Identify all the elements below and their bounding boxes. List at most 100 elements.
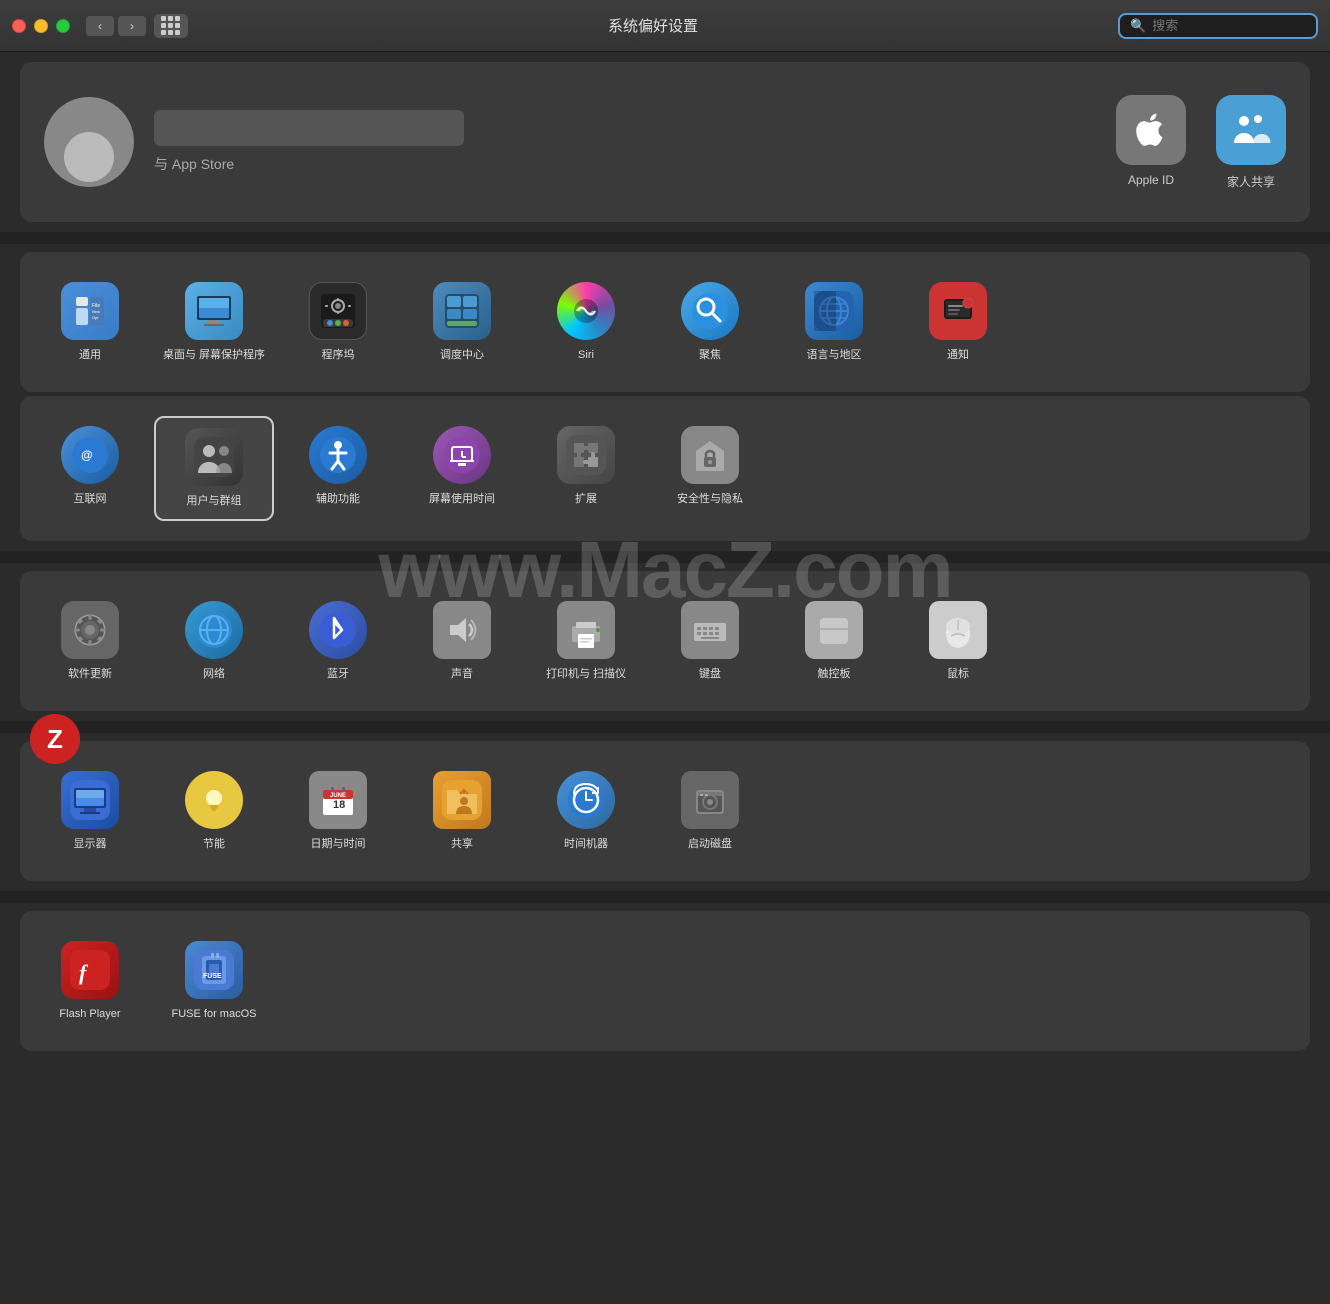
softwareupdate-label: 软件更新 xyxy=(68,667,112,681)
search-input[interactable] xyxy=(1152,18,1312,33)
network-icon xyxy=(185,601,243,659)
pref-item-sound[interactable]: 声音 xyxy=(402,591,522,691)
datetime-label: 日期与时间 xyxy=(311,837,366,851)
timemachine-label: 时间机器 xyxy=(564,837,608,851)
pref-item-dock[interactable]: 程序坞 xyxy=(278,272,398,372)
pref-item-flash[interactable]: f Flash Player xyxy=(30,931,150,1031)
sharing-icon xyxy=(433,771,491,829)
pref-item-trackpad[interactable]: 触控板 xyxy=(774,591,894,691)
general-icon: File New Opr xyxy=(61,282,119,340)
trackpad-label: 触控板 xyxy=(818,667,851,681)
pref-item-datetime[interactable]: 18 JUNE 日期与时间 xyxy=(278,761,398,861)
bluetooth-label: 蓝牙 xyxy=(327,667,349,681)
forward-button[interactable]: › xyxy=(118,16,146,36)
hardware-section: 软件更新 网络 xyxy=(20,571,1310,711)
grid-icon xyxy=(161,16,181,36)
pref-item-startdisk[interactable]: 启动磁盘 xyxy=(650,761,770,861)
nav-buttons: ‹ › xyxy=(86,16,146,36)
dock-icon xyxy=(309,282,367,340)
search-icon: 🔍 xyxy=(1130,18,1146,34)
pref-item-security[interactable]: 安全性与隐私 xyxy=(650,416,770,520)
missioncontrol-label: 调度中心 xyxy=(440,348,484,362)
section-separator-4 xyxy=(0,891,1330,903)
siri-icon xyxy=(557,282,615,340)
other-section: f Flash Player FUSE xyxy=(20,911,1310,1051)
apple-id-button[interactable]: Apple ID xyxy=(1116,95,1186,190)
siri-label: Siri xyxy=(578,348,594,362)
personal-section: File New Opr 通用 桌面与 屏幕保护程序 xyxy=(20,252,1310,392)
pref-item-accessibility[interactable]: 辅助功能 xyxy=(278,416,398,520)
watermark-z: Z xyxy=(30,714,80,764)
mouse-icon xyxy=(929,601,987,659)
fuse-icon: FUSE xyxy=(185,941,243,999)
users-label: 用户与群组 xyxy=(187,494,242,508)
sound-icon xyxy=(433,601,491,659)
other-grid: f Flash Player FUSE xyxy=(30,931,1300,1031)
pref-item-energy[interactable]: 节能 xyxy=(154,761,274,861)
datetime-icon: 18 JUNE xyxy=(309,771,367,829)
flash-label: Flash Player xyxy=(59,1007,120,1021)
dock-label: 程序坞 xyxy=(322,348,355,362)
spotlight-label: 聚焦 xyxy=(699,348,721,362)
pref-item-internet[interactable]: @ 互联网 xyxy=(30,416,150,520)
pref-item-screentime[interactable]: 屏幕使用时间 xyxy=(402,416,522,520)
keyboard-icon xyxy=(681,601,739,659)
avatar[interactable] xyxy=(44,97,134,187)
pref-item-users[interactable]: 用户与群组 xyxy=(154,416,274,520)
network-label: 网络 xyxy=(203,667,225,681)
traffic-lights xyxy=(12,19,70,33)
desktop-label: 桌面与 屏幕保护程序 xyxy=(163,348,265,362)
search-box[interactable]: 🔍 xyxy=(1118,13,1318,39)
language-label: 语言与地区 xyxy=(807,348,862,362)
profile-info: 与 App Store xyxy=(154,110,1116,174)
pref-item-general[interactable]: File New Opr 通用 xyxy=(30,272,150,372)
pref-item-extensions[interactable]: 扩展 xyxy=(526,416,646,520)
printers-icon xyxy=(557,601,615,659)
pref-item-network[interactable]: 网络 xyxy=(154,591,274,691)
pref-item-spotlight[interactable]: 聚焦 xyxy=(650,272,770,372)
pref-item-desktop[interactable]: 桌面与 屏幕保护程序 xyxy=(154,272,274,372)
pref-item-siri[interactable]: Siri xyxy=(526,272,646,372)
top-right-icons: Apple ID 家人共享 xyxy=(1116,95,1286,190)
pref-item-notification[interactable]: 通知 xyxy=(898,272,1018,372)
display-icon xyxy=(61,771,119,829)
pref-item-fuse[interactable]: FUSE FUSE for macOS xyxy=(154,931,274,1031)
flash-icon: f xyxy=(61,941,119,999)
internet-label: 互联网 xyxy=(74,492,107,506)
accounts-grid: @ 互联网 用户与群组 xyxy=(30,416,1300,520)
bluetooth-icon xyxy=(309,601,367,659)
screentime-icon xyxy=(433,426,491,484)
section-separator-3 xyxy=(0,721,1330,733)
pref-item-mouse[interactable]: 鼠标 xyxy=(898,591,1018,691)
energy-label: 节能 xyxy=(203,837,225,851)
display-label: 显示器 xyxy=(74,837,107,851)
family-sharing-button[interactable]: 家人共享 xyxy=(1216,95,1286,190)
pref-item-printers[interactable]: 打印机与 扫描仪 xyxy=(526,591,646,691)
maximize-button[interactable] xyxy=(56,19,70,33)
svg-text:18: 18 xyxy=(333,799,345,811)
pref-item-language[interactable]: 语言与地区 xyxy=(774,272,894,372)
close-button[interactable] xyxy=(12,19,26,33)
profile-name xyxy=(154,110,464,146)
sharing-label: 共享 xyxy=(451,837,473,851)
printers-label: 打印机与 扫描仪 xyxy=(546,667,626,681)
keyboard-label: 键盘 xyxy=(699,667,721,681)
pref-item-softwareupdate[interactable]: 软件更新 xyxy=(30,591,150,691)
pref-item-display[interactable]: 显示器 xyxy=(30,761,150,861)
pref-item-missioncontrol[interactable]: 调度中心 xyxy=(402,272,522,372)
sound-label: 声音 xyxy=(451,667,473,681)
notification-icon xyxy=(929,282,987,340)
grid-view-button[interactable] xyxy=(154,14,188,38)
pref-item-keyboard[interactable]: 键盘 xyxy=(650,591,770,691)
pref-item-sharing[interactable]: 共享 xyxy=(402,761,522,861)
apple-logo-icon xyxy=(1131,110,1171,150)
back-button[interactable]: ‹ xyxy=(86,16,114,36)
extensions-label: 扩展 xyxy=(575,492,597,506)
fuse-label: FUSE for macOS xyxy=(172,1007,257,1021)
pref-item-timemachine[interactable]: 时间机器 xyxy=(526,761,646,861)
pref-item-bluetooth[interactable]: 蓝牙 xyxy=(278,591,398,691)
minimize-button[interactable] xyxy=(34,19,48,33)
trackpad-icon xyxy=(805,601,863,659)
accounts-section: @ 互联网 用户与群组 xyxy=(20,396,1310,540)
apple-id-icon xyxy=(1116,95,1186,165)
